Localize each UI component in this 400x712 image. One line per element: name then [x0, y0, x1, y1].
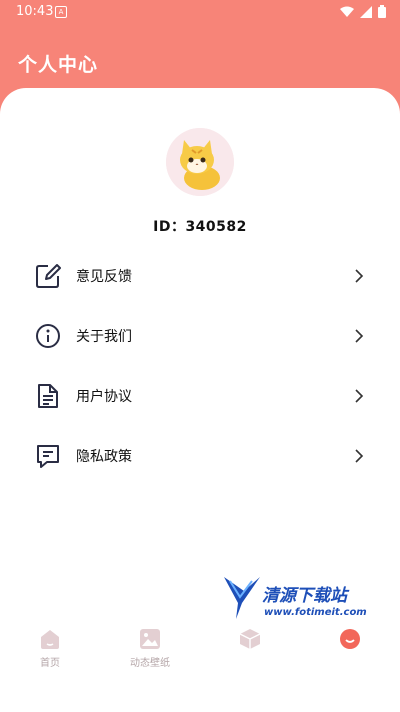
edit-icon — [36, 264, 61, 288]
a-icon: A — [55, 6, 67, 18]
menu-item-label: 隐私政策 — [76, 449, 132, 465]
chevron-right-icon — [355, 389, 364, 403]
tab-box[interactable] — [210, 628, 290, 654]
menu-item-label: 用户协议 — [76, 389, 132, 405]
chevron-right-icon — [355, 269, 364, 283]
signal-icon — [360, 5, 372, 18]
bottom-tab-bar: 首页 动态壁纸 — [0, 618, 400, 678]
watermark-v-icon — [224, 577, 260, 619]
home-icon — [41, 630, 59, 649]
avatar[interactable] — [166, 128, 234, 196]
status-icons — [340, 5, 386, 18]
menu-item-privacy-policy[interactable]: 隐私政策 — [0, 426, 400, 486]
menu-item-label: 意见反馈 — [76, 269, 132, 285]
watermark-logo: 清源下载站 www.fotimeit.com — [222, 573, 372, 625]
profile-icon — [340, 629, 360, 649]
document-icon — [38, 384, 58, 408]
status-time: 10:43 — [16, 4, 54, 19]
tab-profile[interactable] — [310, 628, 390, 654]
user-id: ID：340582 — [153, 219, 247, 235]
menu-item-about[interactable]: 关于我们 — [0, 306, 400, 366]
menu-item-label: 关于我们 — [76, 329, 132, 345]
info-icon — [36, 324, 60, 348]
tab-live-wallpaper[interactable]: 动态壁纸 — [110, 628, 190, 669]
chevron-right-icon — [355, 449, 364, 463]
menu-item-feedback[interactable]: 意见反馈 — [0, 246, 400, 306]
watermark-title: 清源下载站 — [262, 586, 347, 606]
tab-label: 动态壁纸 — [130, 658, 170, 669]
tab-label: 首页 — [40, 658, 60, 669]
image-icon — [140, 629, 160, 649]
cat-avatar-image — [166, 128, 234, 196]
box-icon — [239, 629, 261, 649]
chevron-right-icon — [355, 329, 364, 343]
battery-icon — [378, 5, 386, 18]
page-title: 个人中心 — [18, 54, 99, 76]
watermark-url: www.fotimeit.com — [264, 607, 367, 618]
tab-home[interactable]: 首页 — [10, 628, 90, 669]
message-icon — [37, 445, 59, 468]
status-bar: 10:43 A — [0, 0, 400, 24]
menu-item-user-agreement[interactable]: 用户协议 — [0, 366, 400, 426]
wifi-icon — [340, 6, 354, 17]
